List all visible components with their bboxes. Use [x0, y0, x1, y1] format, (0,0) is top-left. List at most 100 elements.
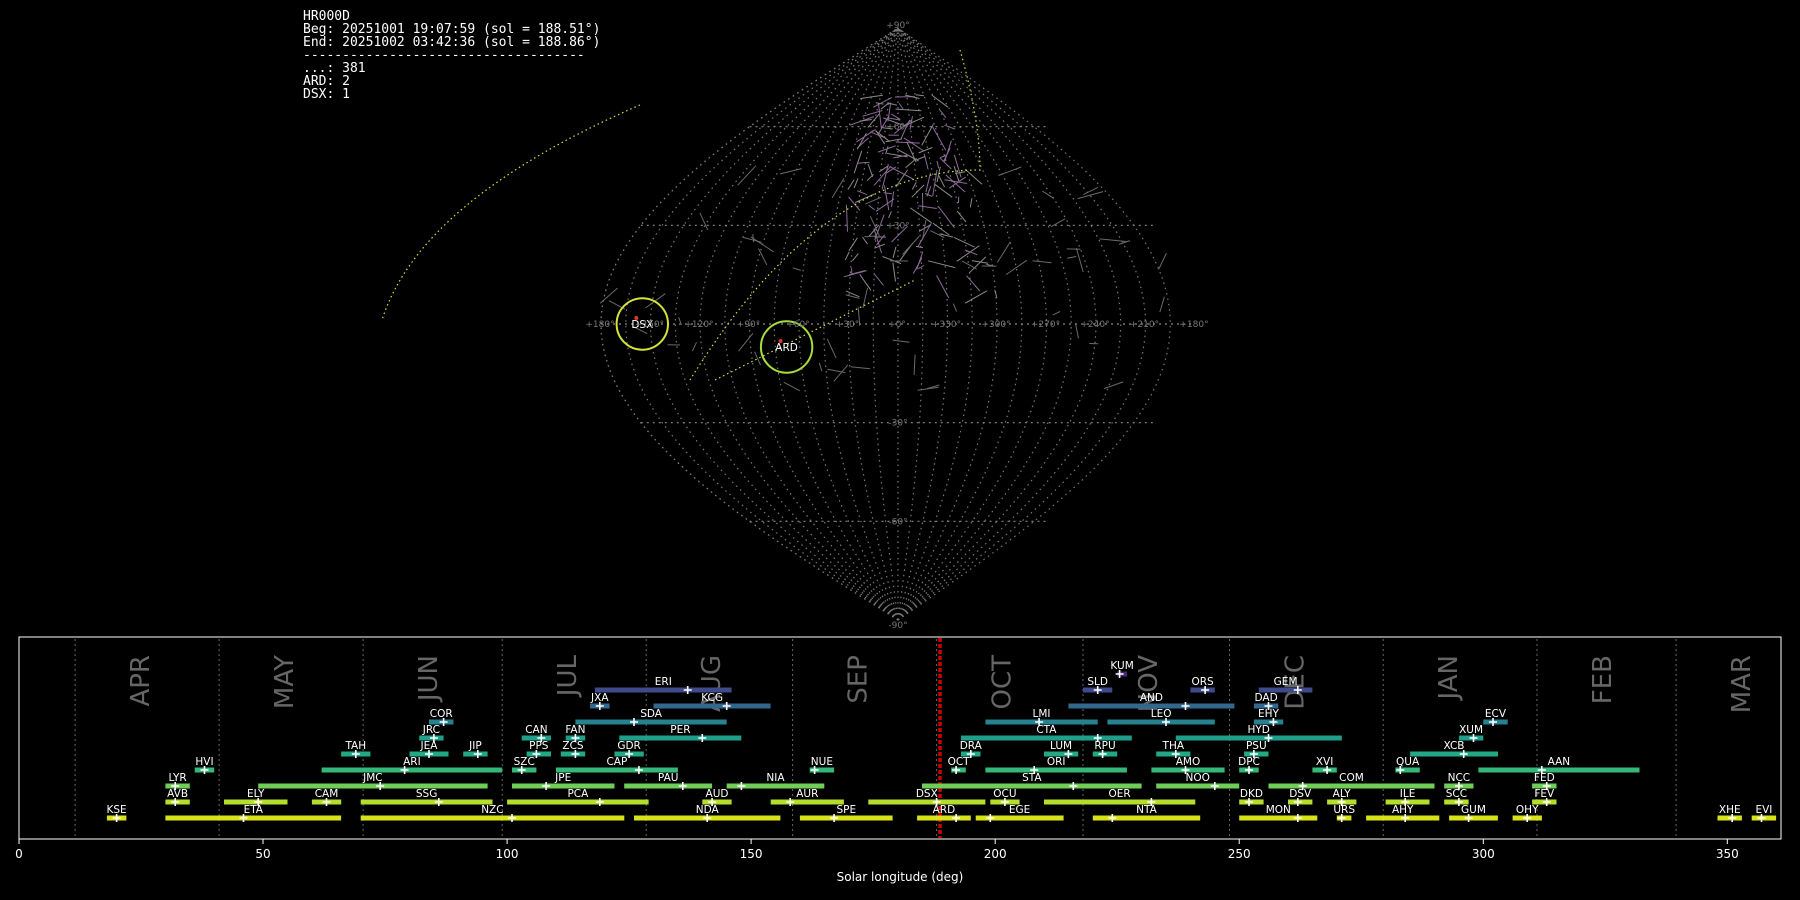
meteor-track	[1050, 218, 1066, 228]
shower-label: FED	[1534, 772, 1555, 784]
longitude-tick-label: +120°	[684, 320, 713, 330]
meteor-track	[921, 220, 927, 241]
shower-label: ERI	[655, 676, 672, 688]
shower-label: LMI	[1032, 708, 1050, 720]
shower-label: ARD	[933, 804, 956, 816]
longitude-tick-label: +180°	[1179, 320, 1208, 330]
meteor-track	[956, 210, 967, 223]
meteor-track	[911, 182, 917, 190]
shower-label: JXA	[590, 692, 609, 704]
month-label: SEP	[844, 655, 874, 704]
shower-label: ALY	[1333, 788, 1352, 800]
shower-label: PAU	[658, 772, 679, 784]
meteor-track	[910, 207, 932, 224]
month-label: OCT	[988, 655, 1018, 710]
shower-label: RPU	[1094, 740, 1115, 752]
meteor-track	[892, 246, 897, 259]
shower-label: XHE	[1719, 804, 1741, 816]
shower-label: QUA	[1396, 756, 1420, 768]
meteor-track	[927, 260, 956, 269]
shower-label: SCC	[1446, 788, 1467, 800]
shower-bar	[1239, 815, 1318, 821]
meteor-track	[969, 256, 987, 274]
meteor-track	[1052, 311, 1061, 316]
meteor-track	[882, 256, 902, 265]
meteor-track	[944, 140, 952, 162]
shower-label: XCB	[1444, 740, 1465, 752]
meteor-track	[913, 354, 916, 376]
shower-label: AUR	[796, 788, 818, 800]
x-tick-label: 100	[496, 847, 519, 861]
shower-label: LUM	[1050, 740, 1072, 752]
longitude-tick-label: +60°	[786, 320, 810, 330]
shower-label: OCU	[993, 788, 1016, 800]
month-label: APR	[126, 655, 156, 707]
meteor-track	[936, 166, 941, 183]
shower-label: GUM	[1461, 804, 1486, 816]
shower-bar	[507, 799, 649, 805]
meteor-track	[944, 179, 968, 184]
x-axis-label: Solar longitude (deg)	[837, 870, 964, 884]
latitude-tick-label: -30°	[888, 419, 907, 429]
radiant-label: ARD	[775, 342, 798, 354]
shower-label: NIA	[766, 772, 785, 784]
shower-label: GDR	[617, 740, 641, 752]
longitude-tick-label: +0°	[888, 320, 906, 330]
longitude-tick-label: +300°	[981, 320, 1010, 330]
meteor-track	[917, 155, 926, 161]
shower-label: JMC	[362, 772, 383, 784]
meteor-track	[867, 163, 874, 177]
meteor-track	[850, 366, 871, 370]
x-tick-label: 200	[984, 847, 1007, 861]
longitude-tick-label: +270°	[1031, 320, 1060, 330]
count-dsx: DSX: 1	[303, 87, 350, 102]
shower-label: COR	[430, 708, 453, 720]
shower-bar	[1410, 751, 1498, 757]
meteor-track	[1099, 238, 1127, 242]
meteor-track	[966, 275, 981, 292]
shower-label: ETA	[244, 804, 264, 816]
x-tick-label: 150	[740, 847, 763, 861]
shower-label: NTA	[1136, 804, 1157, 816]
meteor-track	[758, 248, 768, 266]
shower-label: CAN	[525, 724, 547, 736]
shower-label: DAD	[1255, 692, 1278, 704]
meteor-track	[848, 196, 861, 211]
meteor-track	[873, 273, 884, 286]
shower-label: ORS	[1191, 676, 1214, 688]
meteor-track	[818, 362, 823, 372]
x-tick-label: 250	[1228, 847, 1251, 861]
shower-label: DRA	[960, 740, 983, 752]
shower-bar	[1107, 719, 1215, 725]
meteor-track	[892, 262, 896, 282]
meteor-track	[844, 251, 850, 261]
shower-label: ECV	[1485, 708, 1507, 720]
shower-label: OHY	[1516, 804, 1539, 816]
longitude-tick-label: +30°	[836, 320, 860, 330]
month-label: MAR	[1727, 655, 1757, 713]
meteor-track	[1103, 381, 1124, 390]
shower-label: ELY	[247, 788, 265, 800]
shower-label: NCC	[1448, 772, 1471, 784]
latitude-tick-label: -60°	[888, 517, 907, 527]
stats-panel: HR000D Beg: 20251001 19:07:59 (sol = 188…	[303, 10, 600, 101]
shower-label: GEM	[1274, 676, 1298, 688]
shower-trail	[714, 279, 916, 381]
shower-label: KCG	[701, 692, 723, 704]
shower-label: JRC	[422, 724, 440, 736]
shower-label: AVB	[167, 788, 188, 800]
longitude-tick-label: +240°	[1080, 320, 1109, 330]
shower-label: HYD	[1247, 724, 1269, 736]
shower-label: SZC	[514, 756, 535, 768]
longitude-tick-label: +330°	[932, 320, 961, 330]
x-tick-label: 300	[1472, 847, 1495, 861]
shower-label: PER	[670, 724, 690, 736]
shower-label: JIP	[468, 740, 482, 752]
x-tick-label: 50	[255, 847, 270, 861]
shower-bar	[868, 799, 986, 805]
meteor-track	[783, 381, 801, 392]
longitude-tick-label: +180°	[585, 320, 614, 330]
meteor-track	[952, 303, 958, 312]
meteor-track	[779, 168, 802, 175]
shower-label: XVI	[1316, 756, 1333, 768]
